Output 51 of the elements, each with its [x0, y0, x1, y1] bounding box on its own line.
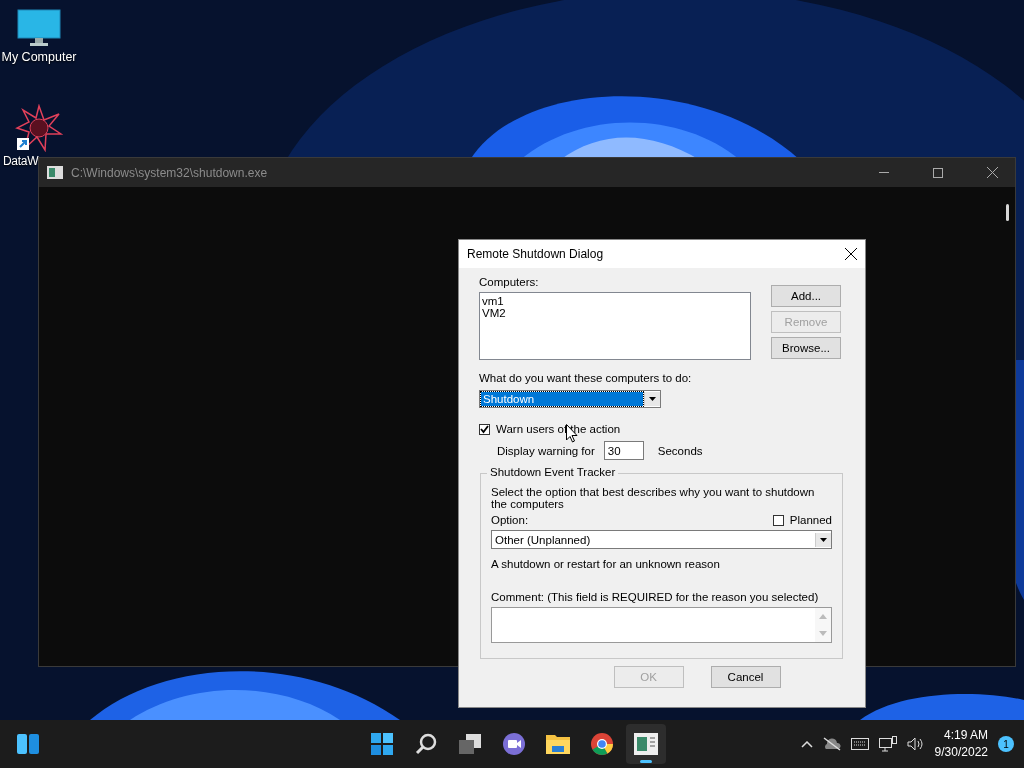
list-item[interactable]: VM2 — [482, 307, 748, 319]
chevron-up-icon[interactable] — [800, 740, 813, 748]
description-text: Select the option that best describes why you want to shutdown the computers — [491, 486, 816, 510]
dialog-button[interactable]: Add... — [771, 285, 841, 307]
folder-icon[interactable] — [545, 732, 571, 756]
dialog-button[interactable]: Cancel — [710, 666, 781, 688]
checkbox[interactable] — [479, 423, 490, 435]
maximize-icon[interactable] — [933, 167, 943, 178]
dialog-button[interactable]: Browse... — [771, 337, 841, 359]
desktop-icon-label[interactable]: My Computer — [1, 50, 77, 64]
cloud-off-icon[interactable] — [822, 737, 841, 751]
dropdown-arrow-icon — [820, 537, 827, 542]
minimize-icon[interactable] — [879, 171, 889, 174]
dropdown-arrow-icon — [649, 397, 656, 401]
list-item[interactable]: vm1 — [482, 295, 748, 307]
action-dropdown[interactable]: Shutdown — [479, 390, 661, 408]
desktop-icon-label[interactable]: DataW — [3, 154, 39, 168]
volume-icon[interactable] — [906, 737, 925, 751]
browser-icon[interactable] — [590, 732, 614, 756]
search-icon[interactable] — [414, 732, 438, 756]
field-label: Display warning for — [497, 444, 595, 457]
clock-time[interactable]: 4:19 AM — [943, 727, 988, 744]
widgets-icon[interactable] — [16, 733, 40, 755]
close-icon[interactable] — [845, 248, 857, 260]
window-title: C:\Windows\system32\shutdown.exe — [71, 165, 269, 180]
unit-label: Seconds — [657, 444, 703, 457]
console-app-icon — [47, 166, 63, 179]
notification-badge[interactable]: 1 — [998, 736, 1014, 752]
option-dropdown[interactable]: Other (Unplanned) — [491, 530, 832, 549]
computer-list[interactable]: vm1 VM2 — [479, 292, 751, 360]
console-app-icon[interactable] — [634, 733, 658, 755]
group-title: Shutdown Event Tracker — [487, 466, 619, 478]
clock-date[interactable]: 9/30/2022 — [934, 744, 988, 761]
close-icon[interactable] — [986, 167, 998, 178]
seconds-field[interactable]: 30 — [603, 441, 644, 460]
checkbox[interactable] — [772, 514, 784, 526]
reason-text: A shutdown or restart for an unknown reason — [491, 558, 721, 570]
scrollbar-thumb[interactable] — [1006, 204, 1009, 221]
network-icon[interactable] — [878, 736, 897, 752]
dialog-title: Remote Shutdown Dialog — [467, 247, 605, 261]
field-label: What do you want these computers to do: — [479, 372, 693, 384]
monitor-icon — [17, 8, 61, 48]
starburst-shortcut-icon — [15, 104, 63, 152]
keyboard-icon[interactable] — [850, 738, 869, 750]
video-chat-icon[interactable] — [502, 732, 526, 756]
field-label: Comment: (This field is REQUIRED for the reason you selected) — [491, 591, 820, 603]
task-view-icon[interactable] — [458, 732, 482, 756]
start-icon[interactable] — [370, 732, 394, 756]
field-label: Option: — [491, 514, 529, 526]
field-label: Computers: — [479, 276, 540, 288]
checkbox-label[interactable]: Planned — [789, 514, 832, 526]
